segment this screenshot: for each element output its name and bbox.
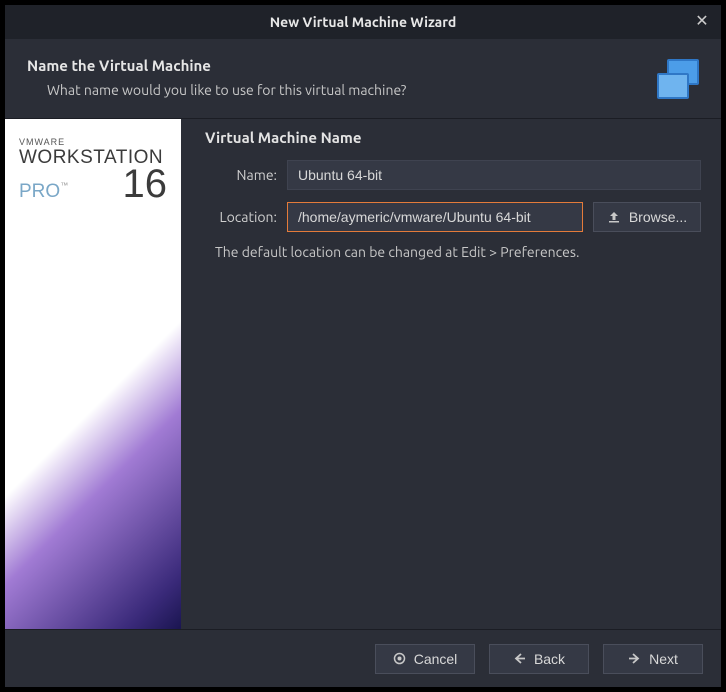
name-row: Name: bbox=[203, 160, 701, 190]
browse-button[interactable]: Browse... bbox=[593, 202, 701, 232]
titlebar-title: New Virtual Machine Wizard bbox=[270, 14, 457, 30]
titlebar: New Virtual Machine Wizard ✕ bbox=[5, 5, 721, 39]
wizard-window: New Virtual Machine Wizard ✕ Name the Vi… bbox=[4, 4, 722, 688]
next-button[interactable]: Next bbox=[603, 644, 703, 674]
trademark-icon: ™ bbox=[60, 181, 68, 190]
browse-button-label: Browse... bbox=[629, 209, 687, 225]
wizard-header: Name the Virtual Machine What name would… bbox=[5, 39, 721, 118]
section-title: Virtual Machine Name bbox=[203, 129, 701, 146]
brand-pro: PRO bbox=[19, 181, 60, 202]
arrow-left-icon bbox=[513, 652, 526, 665]
brand-vmware: VMWARE bbox=[19, 137, 167, 147]
close-icon[interactable]: ✕ bbox=[693, 13, 711, 31]
cancel-button-label: Cancel bbox=[414, 651, 458, 667]
page-subtitle: What name would you like to use for this… bbox=[27, 82, 699, 98]
cancel-button[interactable]: Cancel bbox=[375, 644, 475, 674]
wizard-body: VMWARE WORKSTATION PRO™ 16 Virtual Machi… bbox=[5, 118, 721, 629]
wizard-footer: Cancel Back Next bbox=[5, 629, 721, 687]
brand-version: 16 bbox=[123, 169, 168, 199]
name-label: Name: bbox=[203, 167, 277, 183]
sidebar-brand-panel: VMWARE WORKSTATION PRO™ 16 bbox=[5, 119, 181, 629]
location-input[interactable] bbox=[287, 202, 583, 232]
arrow-right-icon bbox=[628, 652, 641, 665]
upload-icon bbox=[607, 210, 621, 224]
page-title: Name the Virtual Machine bbox=[27, 57, 699, 74]
location-hint: The default location can be changed at E… bbox=[215, 244, 701, 260]
form-area: Virtual Machine Name Name: Location: Bro… bbox=[181, 119, 721, 629]
cancel-icon bbox=[393, 652, 406, 665]
location-row: Location: Browse... bbox=[203, 202, 701, 232]
vm-icon bbox=[653, 55, 703, 105]
vmware-brand: VMWARE WORKSTATION PRO™ 16 bbox=[19, 137, 167, 203]
name-input[interactable] bbox=[287, 160, 701, 190]
back-button-label: Back bbox=[534, 651, 565, 667]
location-label: Location: bbox=[203, 209, 277, 225]
back-button[interactable]: Back bbox=[489, 644, 589, 674]
next-button-label: Next bbox=[649, 651, 678, 667]
